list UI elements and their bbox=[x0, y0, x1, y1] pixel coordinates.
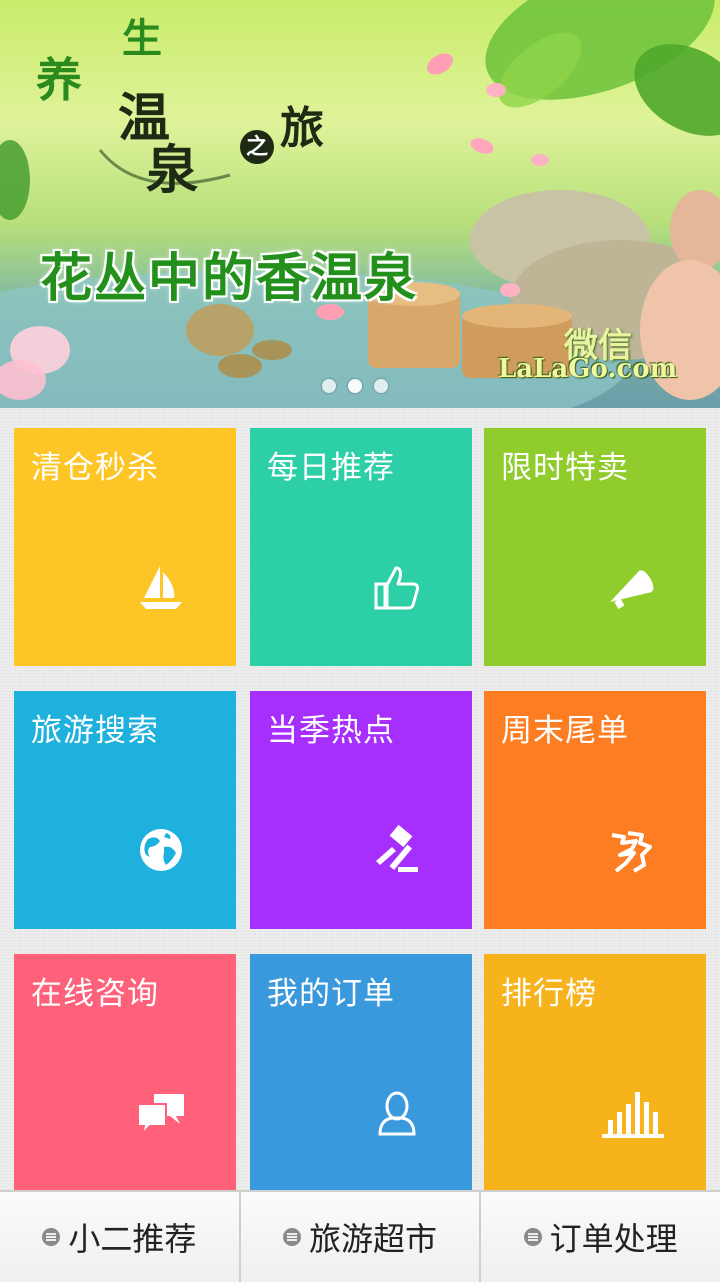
tile-online-consult[interactable]: 在线咨询 bbox=[14, 954, 236, 1192]
tile-clearance-flash-sale[interactable]: 清仓秒杀 bbox=[14, 428, 236, 666]
tile-label: 每日推荐 bbox=[267, 450, 395, 486]
nav-travel-market[interactable]: 旅游超市 bbox=[241, 1192, 482, 1282]
nav-label: 小二推荐 bbox=[68, 1220, 197, 1258]
tile-daily-recommend[interactable]: 每日推荐 bbox=[250, 428, 472, 666]
tile-label: 旅游搜索 bbox=[31, 713, 159, 749]
tile-label: 当季热点 bbox=[267, 713, 395, 749]
carousel-dot-1[interactable] bbox=[322, 379, 336, 393]
menu-icon bbox=[42, 1228, 61, 1246]
banner-watermark-url: LaLaGo.com bbox=[498, 354, 678, 384]
menu-icon bbox=[283, 1228, 301, 1246]
sailboat-icon bbox=[136, 562, 186, 612]
banner-char-yang: 养 bbox=[36, 53, 82, 107]
nav-order-processing[interactable]: 订单处理 bbox=[481, 1192, 720, 1282]
bottom-nav: 小二推荐 旅游超市 订单处理 bbox=[0, 1190, 720, 1282]
banner-char-quan: 泉 bbox=[146, 140, 199, 201]
banner-char-zhi: 之 bbox=[240, 130, 274, 164]
tile-leaderboard[interactable]: 排行榜 bbox=[484, 954, 706, 1192]
tile-seasonal-hotspot[interactable]: 当季热点 bbox=[250, 691, 472, 929]
banner-headline: 花丛中的香温泉 bbox=[40, 249, 419, 309]
tile-label: 我的订单 bbox=[267, 976, 395, 1012]
bar-chart-icon bbox=[602, 1088, 664, 1138]
carousel-dot-2[interactable] bbox=[348, 379, 362, 393]
nav-label: 旅游超市 bbox=[309, 1220, 438, 1258]
globe-icon bbox=[136, 825, 186, 875]
chat-bubbles-icon bbox=[136, 1088, 186, 1138]
gavel-icon bbox=[372, 825, 422, 875]
tile-my-orders[interactable]: 我的订单 bbox=[250, 954, 472, 1192]
nav-label: 订单处理 bbox=[549, 1220, 678, 1258]
menu-icon bbox=[523, 1228, 542, 1246]
tile-label: 排行榜 bbox=[501, 976, 597, 1012]
promo-banner[interactable]: 养 生 温 泉 之 旅 花丛中的香温泉 微信 LaLaGo.com bbox=[0, 0, 720, 408]
tile-label: 周末尾单 bbox=[501, 713, 629, 749]
tile-label: 在线咨询 bbox=[31, 976, 159, 1012]
carousel-dot-3[interactable] bbox=[374, 379, 388, 393]
tile-label: 限时特卖 bbox=[501, 450, 629, 486]
tile-limited-sale[interactable]: 限时特卖 bbox=[484, 428, 706, 666]
banner-char-lv: 旅 bbox=[280, 103, 324, 154]
megaphone-icon bbox=[606, 562, 656, 612]
user-icon bbox=[372, 1088, 422, 1138]
tile-weekend-last-minute[interactable]: 周末尾单 bbox=[484, 691, 706, 929]
tile-label: 清仓秒杀 bbox=[31, 450, 159, 486]
thumbs-up-icon bbox=[372, 562, 422, 612]
carousel-indicator bbox=[322, 379, 388, 393]
banner-char-sheng: 生 bbox=[122, 15, 162, 62]
nav-xiaoer-recommend[interactable]: 小二推荐 bbox=[0, 1192, 241, 1282]
great-wall-icon bbox=[606, 825, 656, 875]
tile-travel-search[interactable]: 旅游搜索 bbox=[14, 691, 236, 929]
